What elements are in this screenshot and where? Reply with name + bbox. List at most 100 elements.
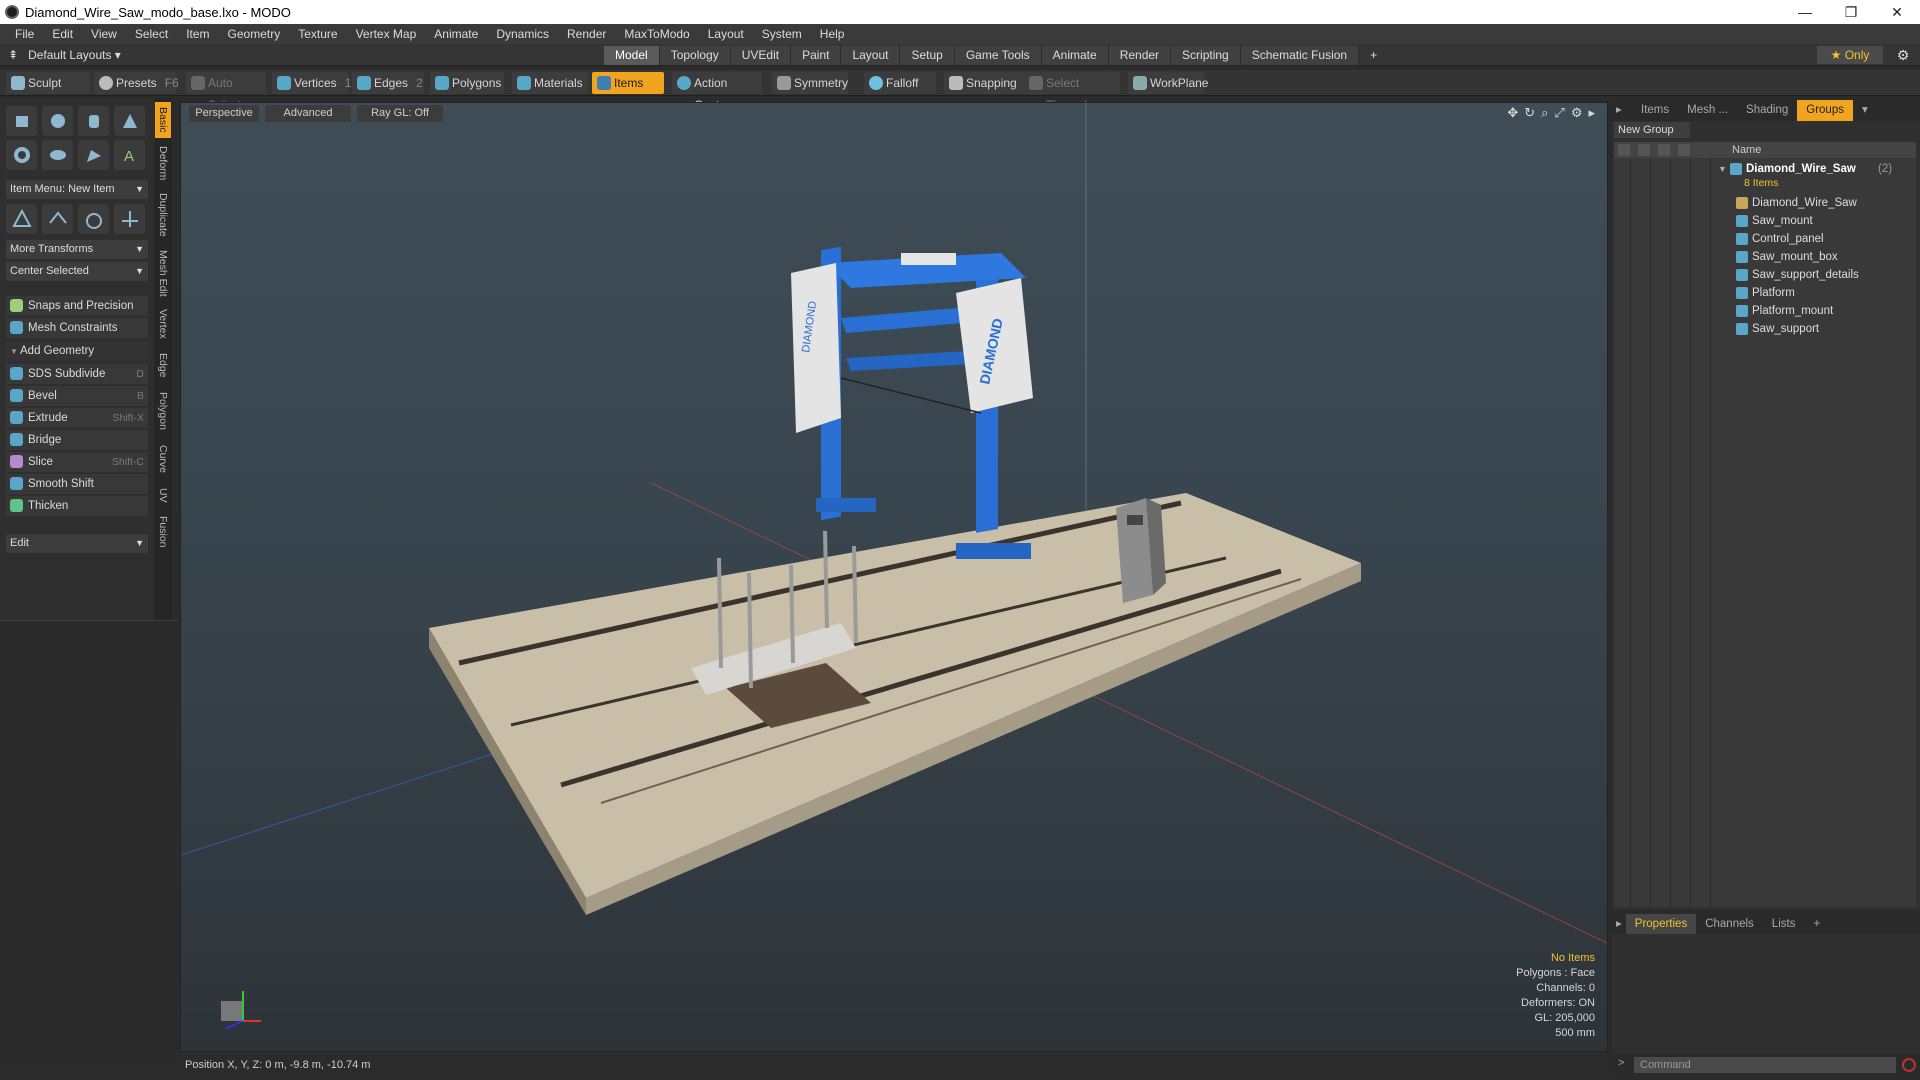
menu-layout[interactable]: Layout (699, 24, 753, 44)
add-geometry-section[interactable]: ▼ Add Geometry (6, 342, 148, 361)
menu-item[interactable]: Item (177, 24, 218, 44)
menu-render[interactable]: Render (558, 24, 615, 44)
menu-file[interactable]: File (6, 24, 43, 44)
vtab-edge[interactable]: Edge (155, 348, 171, 382)
action-center-button[interactable]: Action Center (672, 72, 762, 112)
mesh-constraints-button[interactable]: Mesh Constraints (6, 318, 148, 338)
more-transforms-dropdown[interactable]: More Transforms ▼ (6, 240, 148, 259)
menu-help[interactable]: Help (811, 24, 854, 44)
sds-subdivide-button[interactable]: SDS Subdivide D (6, 364, 148, 384)
default-layouts-dropdown[interactable]: ⇞ Default Layouts ▾ (8, 46, 121, 64)
materials-button[interactable]: Materials (512, 72, 588, 94)
edit-dropdown[interactable]: Edit ▼ (6, 534, 148, 553)
tab-groups[interactable]: Groups (1797, 100, 1853, 121)
vtab-basic[interactable]: Basic (155, 102, 171, 138)
orbit-icon[interactable]: ↻ (1524, 105, 1535, 121)
vertices-button[interactable]: Vertices 1 (272, 72, 351, 94)
tab-scripting[interactable]: Scripting (1171, 46, 1241, 65)
bridge-button[interactable]: Bridge (6, 430, 148, 450)
only-toggle-button[interactable]: ★ Only (1817, 46, 1883, 64)
sculpt-button[interactable]: Sculpt (6, 72, 90, 94)
tab-topology[interactable]: Topology (659, 46, 731, 65)
restore-button[interactable]: ❐ (1828, 0, 1874, 24)
tab-animate[interactable]: Animate (1041, 46, 1109, 65)
snapping-button[interactable]: Snapping (944, 72, 1028, 94)
add-tab-button[interactable]: + (1804, 914, 1829, 934)
new-group-button[interactable]: New Group (1614, 122, 1690, 138)
menu-animate[interactable]: Animate (425, 24, 487, 44)
pen-icon[interactable] (78, 140, 109, 170)
fit-icon[interactable]: ⤢ (1554, 105, 1564, 121)
symmetry-button[interactable]: Symmetry (772, 72, 848, 94)
vtab-mesh-edit[interactable]: Mesh Edit (155, 246, 171, 300)
tab-paint[interactable]: Paint (791, 46, 842, 65)
wheel-cover-left[interactable] (791, 263, 841, 433)
menu-select[interactable]: Select (126, 24, 177, 44)
vtab-deform[interactable]: Deform (155, 142, 171, 184)
scene-render[interactable]: DIAMOND DIAMOND (181, 103, 1608, 1052)
menu-geometry[interactable]: Geometry (219, 24, 290, 44)
chevron-down-icon[interactable]: ▾ (1853, 100, 1877, 121)
move-tool-icon[interactable] (6, 204, 37, 234)
vtab-fusion[interactable]: Fusion (155, 512, 171, 552)
polygons-button[interactable]: Polygons (430, 72, 504, 94)
tab-model[interactable]: Model (604, 46, 660, 65)
sphere-icon[interactable] (42, 106, 73, 136)
tab-schematic-fusion[interactable]: Schematic Fusion (1240, 46, 1360, 65)
gear-icon[interactable]: ⚙ (1893, 46, 1913, 64)
menu-maxtomodo[interactable]: MaxToModo (615, 24, 698, 44)
menu-texture[interactable]: Texture (289, 24, 346, 44)
vtab-duplicate[interactable]: Duplicate (155, 188, 171, 242)
tab-items[interactable]: Items (1632, 100, 1678, 121)
select-through-button[interactable]: Select Through (1024, 72, 1120, 112)
lock-icon[interactable] (1658, 144, 1670, 156)
panel-menu-icon[interactable]: ▸ (1612, 100, 1632, 121)
item-menu-dropdown[interactable]: Item Menu: New Item ▼ (6, 180, 148, 199)
minimize-button[interactable]: — (1782, 0, 1828, 24)
tab-channels[interactable]: Channels (1696, 914, 1763, 934)
3d-viewport[interactable]: DIAMOND DIAMOND Perspective Advanced Ray… (180, 102, 1608, 1052)
render-icon[interactable] (1638, 144, 1650, 156)
tree-item-platform-mount[interactable]: Platform_mount (1614, 302, 1916, 320)
tree-item-saw-support[interactable]: Saw_support (1614, 320, 1916, 338)
raygl-button[interactable]: Ray GL: Off (357, 105, 443, 122)
extrude-button[interactable]: Extrude Shift-X (6, 408, 148, 428)
tab-setup[interactable]: Setup (900, 46, 955, 65)
tab-render[interactable]: Render (1108, 46, 1172, 65)
tree-item-control-panel[interactable]: Control_panel (1614, 230, 1916, 248)
tab-mesh[interactable]: Mesh ... (1678, 100, 1737, 121)
menu-system[interactable]: System (753, 24, 811, 44)
tree-item-diamond-wire-saw[interactable]: Diamond_Wire_Saw (1614, 194, 1916, 212)
advanced-shading-button[interactable]: Advanced (265, 105, 351, 122)
snaps-precision-button[interactable]: Snaps and Precision (6, 296, 148, 316)
tab-lists[interactable]: Lists (1763, 914, 1805, 934)
pan-icon[interactable]: ✥ (1507, 105, 1518, 121)
smooth-shift-button[interactable]: Smooth Shift (6, 474, 148, 494)
tree-item-saw-support-details[interactable]: Saw_support_details (1614, 266, 1916, 284)
menu-view[interactable]: View (82, 24, 126, 44)
tab-game-tools[interactable]: Game Tools (954, 46, 1042, 65)
panel-menu-icon[interactable]: ▸ (1612, 914, 1626, 934)
eye-icon[interactable] (1618, 144, 1630, 156)
falloff-button[interactable]: Falloff (864, 72, 936, 94)
cylinder-icon[interactable] (78, 106, 109, 136)
center-selected-dropdown[interactable]: Center Selected ▼ (6, 262, 148, 281)
tab-uvedit[interactable]: UVEdit (730, 46, 792, 65)
add-tab-button[interactable]: + (1359, 46, 1381, 65)
vtab-vertex[interactable]: Vertex (155, 304, 171, 344)
perspective-view-button[interactable]: Perspective (189, 105, 259, 122)
tree-item-saw-mount-box[interactable]: Saw_mount_box (1614, 248, 1916, 266)
select-icon[interactable] (1678, 144, 1690, 156)
edges-button[interactable]: Edges 2 (352, 72, 424, 94)
close-button[interactable]: ✕ (1874, 0, 1920, 24)
capsule-icon[interactable] (42, 140, 73, 170)
thicken-button[interactable]: Thicken (6, 496, 148, 516)
command-input[interactable] (1634, 1057, 1896, 1073)
platform-top[interactable] (429, 493, 1361, 898)
auto-select-button[interactable]: Auto Select (186, 72, 266, 112)
cone-icon[interactable] (114, 106, 145, 136)
slice-button[interactable]: Slice Shift-C (6, 452, 148, 472)
menu-edit[interactable]: Edit (43, 24, 82, 44)
items-button[interactable]: Items (592, 72, 664, 94)
text-tool-icon[interactable]: A (114, 140, 145, 170)
